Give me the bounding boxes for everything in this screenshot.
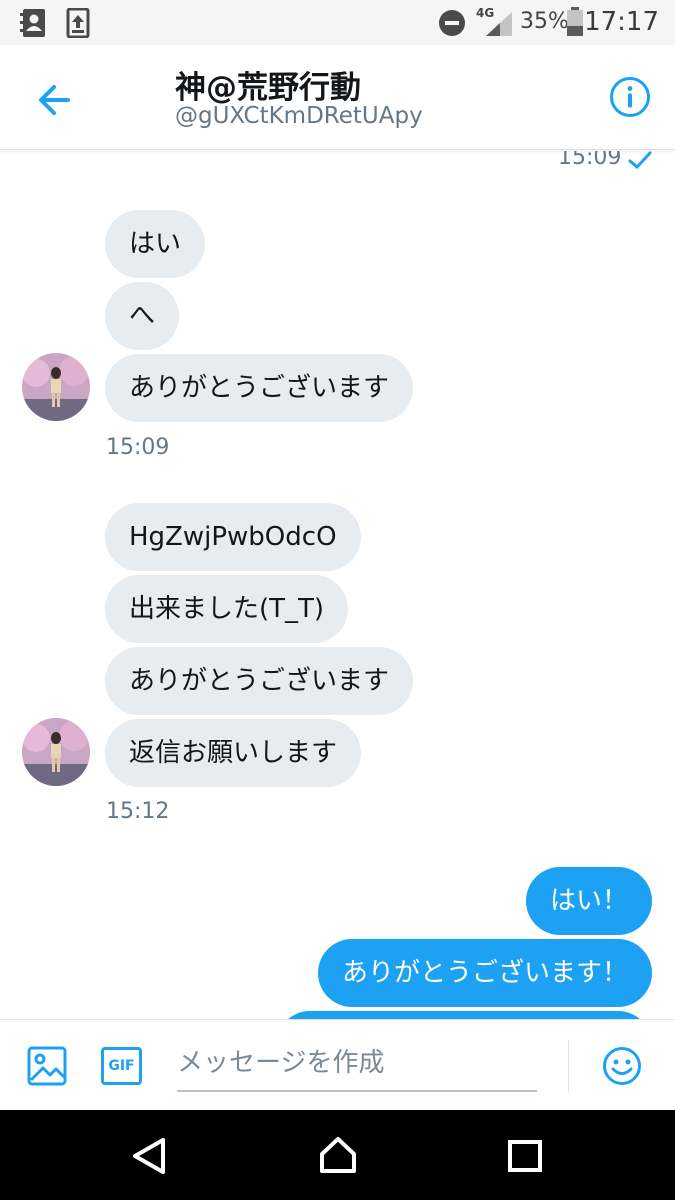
signal-icon xyxy=(486,12,512,36)
avatar[interactable] xyxy=(22,718,90,786)
checkmark-icon xyxy=(628,151,652,169)
arrow-left-icon[interactable] xyxy=(30,75,80,125)
sent-message[interactable]: はい！ xyxy=(525,867,652,935)
sent-message[interactable]: ありがとうございます！ xyxy=(317,939,652,1007)
image-icon[interactable] xyxy=(27,1046,67,1086)
message-list[interactable]: 15:09 はい へ ありがとうございます 15:09 HgZwjPwbOdcO… xyxy=(0,151,675,1019)
received-timestamp: 15:09 xyxy=(106,435,170,460)
received-message[interactable]: HgZwjPwbOdcO xyxy=(105,503,361,571)
received-message[interactable]: はい xyxy=(105,210,206,278)
received-message[interactable]: ありがとうございます xyxy=(105,647,414,715)
composer-divider xyxy=(568,1040,569,1092)
message-composer: GIF メッセージを作成 xyxy=(0,1019,675,1110)
navigation-bar xyxy=(0,1110,675,1200)
contacts-icon xyxy=(20,9,45,37)
sent-message-partial[interactable] xyxy=(276,1011,652,1019)
received-timestamp: 15:12 xyxy=(106,799,170,824)
back-triangle-icon[interactable] xyxy=(131,1137,167,1175)
conversation-title: 神@荒野行動 xyxy=(175,70,361,106)
received-message[interactable]: ありがとうございます xyxy=(105,354,414,422)
do-not-disturb-icon xyxy=(439,10,465,36)
gif-icon: GIF xyxy=(108,1058,135,1074)
status-bar: 4G 35% 17:17 xyxy=(0,0,675,45)
sent-timestamp: 15:09 xyxy=(558,151,622,170)
info-icon[interactable] xyxy=(609,76,651,118)
avatar[interactable] xyxy=(22,353,90,421)
clock: 17:17 xyxy=(584,7,659,37)
home-icon[interactable] xyxy=(318,1136,358,1174)
received-message[interactable]: 出来ました(T_T) xyxy=(105,575,349,643)
conversation-handle: @gUXCtKmDRetUApy xyxy=(175,103,423,129)
battery-icon xyxy=(567,7,583,36)
message-input[interactable]: メッセージを作成 xyxy=(177,1040,537,1092)
received-message[interactable]: へ xyxy=(105,282,180,350)
upload-icon xyxy=(66,8,90,38)
recents-icon[interactable] xyxy=(507,1139,543,1173)
received-message[interactable]: 返信お願いします xyxy=(105,719,362,787)
smiley-icon[interactable] xyxy=(602,1046,642,1086)
conversation-header: 神@荒野行動 @gUXCtKmDRetUApy xyxy=(0,45,675,150)
battery-percent: 35% xyxy=(520,9,569,34)
gif-button[interactable]: GIF xyxy=(101,1047,142,1085)
